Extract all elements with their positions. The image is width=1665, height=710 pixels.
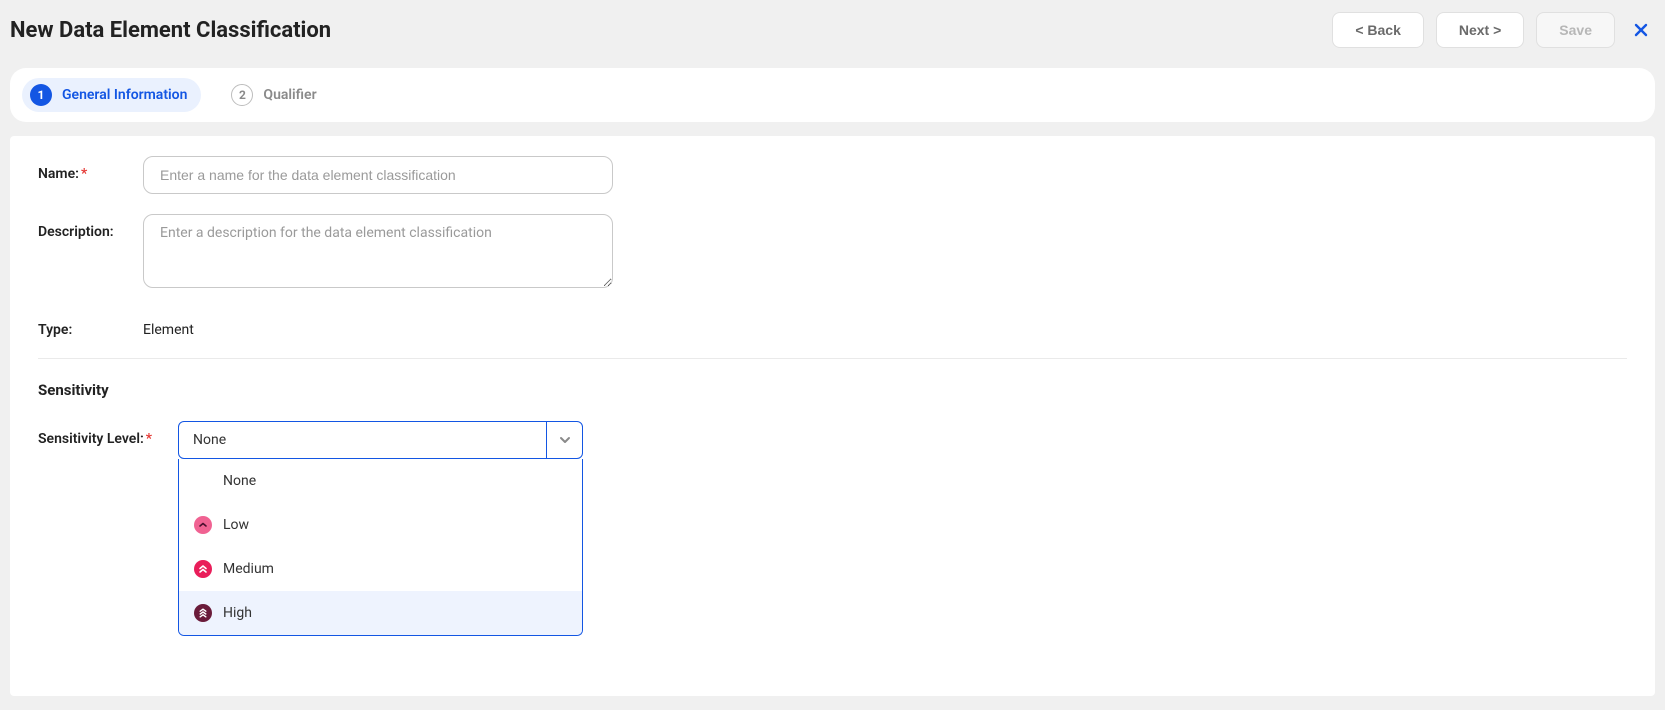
form-row-type: Type: Element: [38, 312, 1627, 338]
main-panel: Name:* Description: Type: Element Sensit…: [10, 136, 1655, 696]
sensitivity-heading: Sensitivity: [38, 381, 1627, 399]
sensitivity-option-label: None: [223, 473, 256, 489]
sensitivity-low-icon: [193, 515, 213, 535]
type-value: Element: [143, 312, 194, 338]
form-row-name: Name:*: [38, 156, 1627, 194]
form-row-description: Description:: [38, 214, 1627, 292]
header-bar: New Data Element Classification < Back N…: [0, 0, 1665, 60]
sensitivity-none-icon: [193, 471, 213, 491]
name-label: Name:: [38, 166, 79, 182]
step-qualifier[interactable]: 2 Qualifier: [223, 78, 330, 112]
sensitivity-option-label: Low: [223, 517, 249, 533]
sensitivity-level-dropdown: None Low: [178, 459, 583, 636]
sensitivity-level-input-col: None None: [178, 421, 583, 459]
header-actions: < Back Next > Save: [1332, 12, 1655, 48]
sensitivity-level-select: None None: [178, 421, 583, 459]
step-number-1: 1: [30, 84, 52, 106]
name-label-col: Name:*: [38, 156, 143, 182]
chevron-down-icon[interactable]: [546, 422, 582, 458]
divider: [38, 358, 1627, 359]
steps-container: 1 General Information 2 Qualifier: [10, 68, 1655, 122]
sensitivity-option-label: High: [223, 605, 252, 621]
step-label-2: Qualifier: [263, 87, 316, 103]
step-general-information[interactable]: 1 General Information: [22, 78, 201, 112]
sensitivity-option-none[interactable]: None: [179, 459, 582, 503]
sensitivity-level-label: Sensitivity Level:: [38, 431, 144, 447]
step-label-1: General Information: [62, 87, 187, 103]
sensitivity-option-label: Medium: [223, 561, 274, 577]
page-title: New Data Element Classification: [10, 18, 331, 43]
description-input[interactable]: [143, 214, 613, 288]
step-number-2: 2: [231, 84, 253, 106]
sensitivity-level-select-box[interactable]: None: [178, 421, 583, 459]
description-input-col: [143, 214, 613, 292]
sensitivity-level-label-col: Sensitivity Level:*: [38, 421, 178, 447]
required-star-icon: *: [81, 166, 87, 182]
sensitivity-level-selected-value[interactable]: None: [179, 422, 546, 458]
name-input[interactable]: [143, 156, 613, 194]
close-icon[interactable]: [1627, 16, 1655, 44]
sensitivity-option-high[interactable]: High: [179, 591, 582, 635]
sensitivity-option-medium[interactable]: Medium: [179, 547, 582, 591]
required-star-icon: *: [146, 431, 152, 447]
description-label-col: Description:: [38, 214, 143, 240]
back-button[interactable]: < Back: [1332, 12, 1424, 48]
sensitivity-option-low[interactable]: Low: [179, 503, 582, 547]
sensitivity-medium-icon: [193, 559, 213, 579]
save-button: Save: [1536, 12, 1615, 48]
name-input-col: [143, 156, 613, 194]
description-label: Description:: [38, 224, 114, 240]
type-label: Type:: [38, 322, 72, 338]
sensitivity-high-icon: [193, 603, 213, 623]
form-row-sensitivity-level: Sensitivity Level:* None None: [38, 421, 1627, 459]
type-label-col: Type:: [38, 312, 143, 338]
next-button[interactable]: Next >: [1436, 12, 1524, 48]
